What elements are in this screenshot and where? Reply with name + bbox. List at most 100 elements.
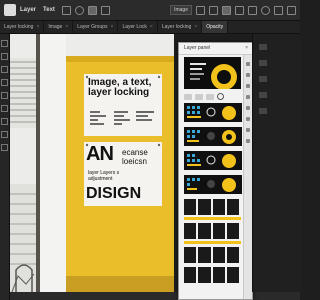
move-tool-icon[interactable]	[61, 5, 71, 15]
swatch-icon[interactable]	[206, 93, 214, 100]
tab-image[interactable]: Image ×	[44, 21, 74, 33]
tab-layer-locking[interactable]: Layer locking ×	[0, 21, 45, 33]
dock-icon[interactable]	[259, 108, 267, 114]
crop-icon[interactable]	[1, 79, 8, 86]
panel-tool-icon[interactable]	[246, 139, 250, 143]
hand-icon[interactable]	[1, 131, 8, 138]
thumbnail[interactable]	[226, 223, 239, 239]
text-icon[interactable]	[1, 118, 8, 125]
dock-icon[interactable]	[259, 76, 267, 82]
layer-card[interactable]	[184, 151, 242, 170]
thumbnail-row	[184, 267, 241, 283]
preview-controls	[184, 93, 241, 100]
tab-label: Layer locking	[161, 24, 192, 30]
thumbnail[interactable]	[226, 247, 239, 263]
panel-tool-icon[interactable]	[246, 62, 250, 66]
panel-tool-icon[interactable]	[246, 128, 250, 132]
dock-icon[interactable]	[259, 60, 267, 66]
thumbnail-row	[184, 247, 241, 263]
share-icon[interactable]	[287, 5, 296, 15]
close-icon[interactable]: ×	[111, 24, 114, 30]
document-canvas[interactable]: Image, a text, layer locking AN ecanse l…	[10, 34, 174, 292]
thumbnail[interactable]	[212, 247, 225, 263]
align-left-icon[interactable]	[196, 5, 205, 15]
poster-bottom-big-text[interactable]: AN	[86, 144, 114, 164]
panel-tool-icon[interactable]	[246, 73, 250, 77]
grid-icon[interactable]	[248, 5, 257, 15]
poster-bottom-side-text[interactable]: ecanse loeicsn	[122, 148, 160, 166]
thumbnail[interactable]	[198, 267, 211, 283]
close-icon[interactable]: ×	[65, 24, 68, 30]
tool-options: Image	[170, 5, 300, 15]
tab-layer-lock[interactable]: Layer Lock ×	[118, 21, 158, 33]
menu-bar: Layer Text Image	[0, 0, 300, 21]
menu-layer[interactable]: Layer	[20, 7, 36, 13]
dock-icon[interactable]	[259, 92, 267, 98]
close-icon[interactable]: ×	[245, 43, 248, 54]
tab-opacity[interactable]: Opacity	[202, 21, 229, 33]
thumbnail[interactable]	[212, 199, 225, 215]
layer-card[interactable]	[184, 103, 242, 122]
panel-header: Layer panel ×	[179, 43, 252, 55]
thumbnail[interactable]	[226, 267, 239, 283]
thumbnail-row	[184, 223, 241, 239]
preview-thumbnail[interactable]	[184, 57, 241, 90]
thumbnail[interactable]	[184, 267, 197, 283]
distribute-icon[interactable]	[235, 5, 244, 15]
thumbnail[interactable]	[184, 199, 197, 215]
dock-icon[interactable]	[259, 44, 267, 50]
align-right-icon[interactable]	[222, 5, 231, 15]
panel-tool-icon[interactable]	[246, 84, 250, 88]
close-icon[interactable]: ×	[36, 24, 39, 30]
layer-card[interactable]	[184, 127, 242, 146]
layer-card-graphic	[184, 151, 242, 170]
thumbnail[interactable]	[184, 247, 197, 263]
circle-icon[interactable]	[217, 93, 224, 100]
thumbnail[interactable]	[212, 267, 225, 283]
document-tabs: Layer locking × Image × Layer Groups × Laye…	[0, 21, 300, 34]
move-icon[interactable]	[1, 40, 8, 47]
tab-label: Image	[48, 24, 63, 30]
accent-strip	[184, 241, 241, 244]
tab-label: Opacity	[206, 24, 224, 30]
marquee-icon[interactable]	[1, 53, 8, 60]
thumbnail[interactable]	[198, 223, 211, 239]
view-icon[interactable]	[274, 5, 283, 15]
thumbnail-row	[184, 199, 241, 215]
layer-card[interactable]	[184, 175, 242, 194]
eraser-icon[interactable]	[1, 105, 8, 112]
swatch-icon[interactable]	[195, 93, 203, 100]
thumbnail[interactable]	[198, 247, 211, 263]
settings-icon[interactable]	[261, 5, 270, 15]
ellipse-tool-icon[interactable]	[74, 5, 84, 15]
type-tool-icon[interactable]	[100, 5, 110, 15]
close-icon[interactable]: ×	[194, 24, 197, 30]
close-icon[interactable]: ×	[150, 24, 153, 30]
layer-tool-icon[interactable]	[87, 5, 97, 15]
menu-text[interactable]: Text	[43, 7, 55, 13]
preview-graphic	[184, 57, 241, 90]
layer-card-graphic	[184, 175, 242, 194]
swatch-icon[interactable]	[184, 93, 192, 100]
panel-tool-icon[interactable]	[246, 106, 250, 110]
brush-icon[interactable]	[1, 92, 8, 99]
thumbnail[interactable]	[212, 223, 225, 239]
zoom-icon[interactable]	[1, 144, 8, 151]
tab-layer-locking-2[interactable]: Layer locking ×	[158, 21, 203, 33]
thumbnail[interactable]	[184, 223, 197, 239]
accent-strip	[184, 217, 241, 220]
align-center-icon[interactable]	[209, 5, 218, 15]
panel-tool-icon[interactable]	[246, 95, 250, 99]
status-bar	[10, 292, 300, 300]
app-logo-icon[interactable]	[4, 4, 16, 16]
lasso-icon[interactable]	[1, 66, 8, 73]
style-dropdown[interactable]: Image	[170, 5, 192, 15]
poster-bottom-footer-text[interactable]: DISIGN	[86, 186, 141, 202]
panel-tool-icon[interactable]	[246, 117, 250, 121]
poster-top-heading[interactable]: Image, a text, layer locking	[88, 78, 158, 98]
thumbnail[interactable]	[226, 199, 239, 215]
thumbnail[interactable]	[198, 199, 211, 215]
tab-layer-groups[interactable]: Layer Groups ×	[73, 21, 119, 33]
tab-label: Layer Groups	[77, 24, 108, 30]
poster-bottom-small-text[interactable]: layer Layers s adjustment	[88, 170, 134, 182]
